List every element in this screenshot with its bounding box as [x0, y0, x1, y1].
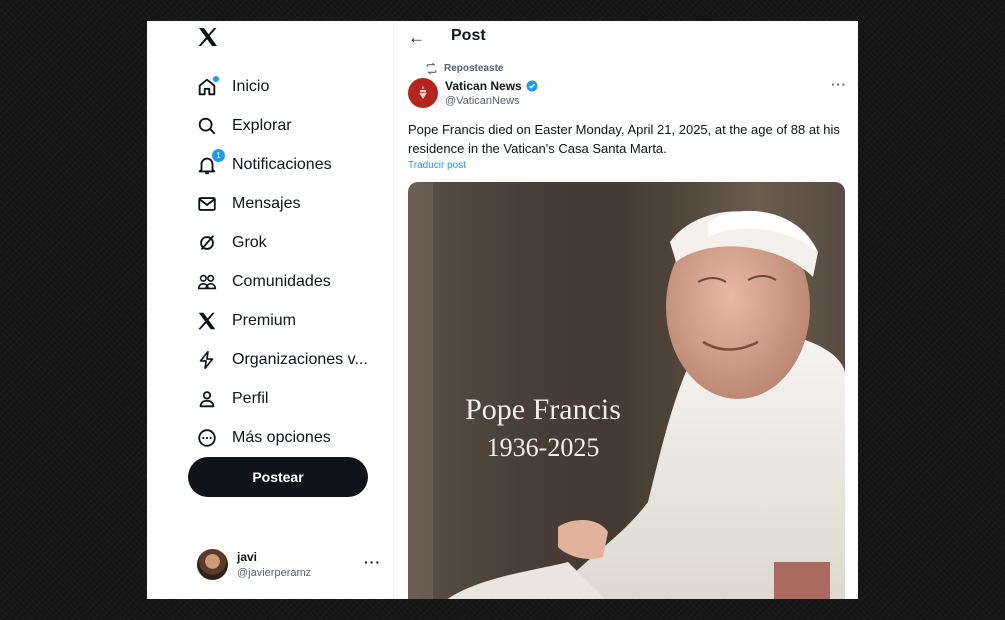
account-name: javi: [237, 550, 258, 564]
verified-badge-icon: [526, 80, 538, 92]
mail-icon: [195, 192, 219, 216]
nav-label: Perfil: [232, 389, 269, 407]
post-image[interactable]: Pope Francis 1936-2025: [408, 182, 845, 599]
account-more-icon[interactable]: ···: [364, 554, 381, 570]
sidebar: Inicio Explorar 1 Notificaciones Mensaje…: [147, 21, 394, 599]
nav-label: Notificaciones: [232, 155, 332, 173]
account-handle: @javierperamz: [237, 567, 312, 579]
more-options-icon[interactable]: ···: [831, 77, 847, 92]
image-years: 1936-2025: [486, 433, 600, 462]
nav-item-organizations[interactable]: Organizaciones v...: [195, 340, 368, 379]
nav-label: Premium: [232, 311, 297, 329]
nav-label: Mensajes: [232, 194, 301, 212]
author-avatar[interactable]: [408, 78, 438, 108]
repost-label: Reposteaste: [444, 63, 504, 74]
more-circle-icon: [195, 426, 219, 450]
lightning-icon: [195, 348, 219, 372]
vatican-news-watermark-icon: [774, 562, 830, 599]
repost-indicator: Reposteaste: [425, 62, 503, 75]
notification-badge: 1: [211, 147, 226, 163]
post-button[interactable]: Postear: [188, 457, 368, 497]
page-title: Post: [451, 27, 486, 44]
author-name-text: Vatican News: [445, 79, 522, 93]
vatican-emblem-icon: [419, 86, 427, 99]
nav-label: Grok: [232, 233, 267, 251]
pope-portrait-illustration: [408, 182, 845, 599]
account-switcher[interactable]: javi @javierperamz ···: [197, 548, 387, 584]
nav-item-premium[interactable]: Premium: [195, 301, 368, 340]
nav-item-profile[interactable]: Perfil: [195, 379, 368, 418]
bell-icon: 1: [195, 147, 226, 177]
translate-link[interactable]: Traducir post: [408, 160, 466, 171]
nav-item-more-options[interactable]: Más opciones: [195, 418, 368, 457]
person-icon: [195, 387, 219, 411]
repost-icon: [426, 62, 437, 75]
x-logo-icon[interactable]: [196, 25, 220, 49]
author-handle[interactable]: @VaticanNews: [445, 95, 520, 107]
nav-item-communities[interactable]: Comunidades: [195, 262, 368, 301]
nav-item-notifications[interactable]: 1 Notificaciones: [195, 145, 368, 184]
home-icon: [195, 74, 220, 99]
nav-item-explore[interactable]: Explorar: [195, 106, 368, 145]
nav-label: Organizaciones v...: [232, 350, 368, 368]
main-column: ← Post Reposteaste Vatican News @Vatican…: [394, 21, 858, 599]
nav-label: Comunidades: [232, 272, 331, 290]
new-content-dot: [212, 74, 220, 83]
author-name[interactable]: Vatican News: [445, 79, 538, 93]
x-logo-icon: [195, 309, 219, 333]
avatar: [197, 549, 228, 580]
post-text: Pope Francis died on Easter Monday, Apri…: [408, 122, 840, 156]
nav-label: Más opciones: [232, 428, 331, 446]
nav-label: Explorar: [232, 116, 292, 134]
image-title: Pope Francis: [465, 393, 621, 426]
grok-icon: [195, 231, 219, 255]
back-arrow-icon[interactable]: ←: [408, 28, 425, 48]
communities-icon: [195, 270, 219, 294]
search-icon: [195, 114, 219, 138]
nav-item-home[interactable]: Inicio: [195, 67, 368, 106]
app-window: Inicio Explorar 1 Notificaciones Mensaje…: [147, 21, 858, 599]
nav-item-messages[interactable]: Mensajes: [195, 184, 368, 223]
primary-nav: Inicio Explorar 1 Notificaciones Mensaje…: [195, 67, 368, 457]
nav-label: Inicio: [232, 77, 270, 95]
nav-item-grok[interactable]: Grok: [195, 223, 368, 262]
